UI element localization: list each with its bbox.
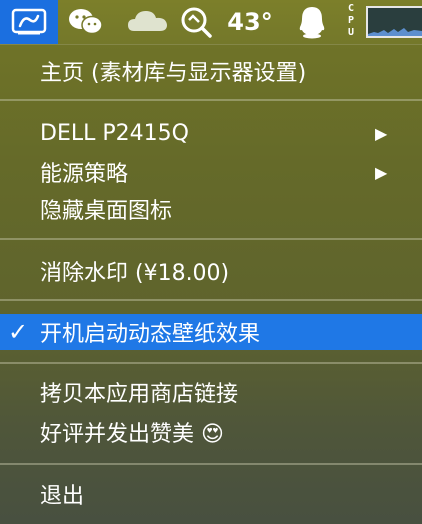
menu-item-review[interactable]: 好评并发出赞美 😍 <box>0 414 422 450</box>
menu-separator <box>0 299 422 301</box>
menu-separator <box>0 238 422 240</box>
cpu-usage-graph[interactable] <box>366 6 422 38</box>
alfred-search-icon[interactable] <box>176 0 216 44</box>
menu-item-review-label: 好评并发出赞美 😍 <box>40 416 224 448</box>
menu-item-display[interactable]: DELL P2415Q ▶ <box>0 115 422 151</box>
temperature-readout[interactable]: 43° <box>220 0 280 44</box>
menu-item-energy[interactable]: 能源策略 ▶ <box>0 154 422 190</box>
cpu-label-text: CPU <box>347 3 355 38</box>
menu-item-launch-dynamic[interactable]: ✓ 开机启动动态壁纸效果 <box>0 314 422 350</box>
submenu-arrow-icon: ▶ <box>375 162 388 182</box>
menu-bar: 43° CPU <box>0 0 422 44</box>
menu-item-home[interactable]: 主页 (素材库与显示器设置) <box>0 53 422 89</box>
qq-icon[interactable] <box>292 0 332 44</box>
menu-item-display-label: DELL P2415Q <box>40 120 189 146</box>
menu-item-quit[interactable]: 退出 <box>0 476 422 512</box>
menu-item-launch-dynamic-label: 开机启动动态壁纸效果 <box>40 322 261 347</box>
menu-item-quit-label: 退出 <box>40 484 85 509</box>
menu-item-copy-link-label: 拷贝本应用商店链接 <box>40 382 239 407</box>
submenu-arrow-icon: ▶ <box>375 123 388 143</box>
menu-separator <box>0 463 422 465</box>
menu-item-hide-icons-label: 隐藏桌面图标 <box>40 199 173 224</box>
cpu-label: CPU <box>342 3 360 39</box>
cloud-icon[interactable] <box>124 0 172 44</box>
menu-item-energy-label: 能源策略 <box>40 162 129 187</box>
wechat-icon[interactable] <box>64 0 108 44</box>
menu-separator <box>0 362 422 364</box>
checkmark-icon: ✓ <box>8 318 29 346</box>
heart-eyes-emoji-icon: 😍 <box>201 422 224 447</box>
menu-item-remove-watermark[interactable]: 消除水印 (¥18.00) <box>0 253 422 289</box>
menu-item-copy-link[interactable]: 拷贝本应用商店链接 <box>0 374 422 410</box>
menu-separator <box>0 99 422 101</box>
wallpaper-app-icon[interactable] <box>0 0 58 44</box>
menu-item-remove-watermark-label: 消除水印 (¥18.00) <box>40 261 230 286</box>
menu-item-review-text: 好评并发出赞美 <box>40 422 195 447</box>
menu-item-hide-icons[interactable]: 隐藏桌面图标 <box>0 191 422 227</box>
dropdown-menu: 主页 (素材库与显示器设置) DELL P2415Q ▶ 能源策略 ▶ 隐藏桌面… <box>0 44 422 524</box>
menu-item-home-label: 主页 (素材库与显示器设置) <box>40 61 307 86</box>
